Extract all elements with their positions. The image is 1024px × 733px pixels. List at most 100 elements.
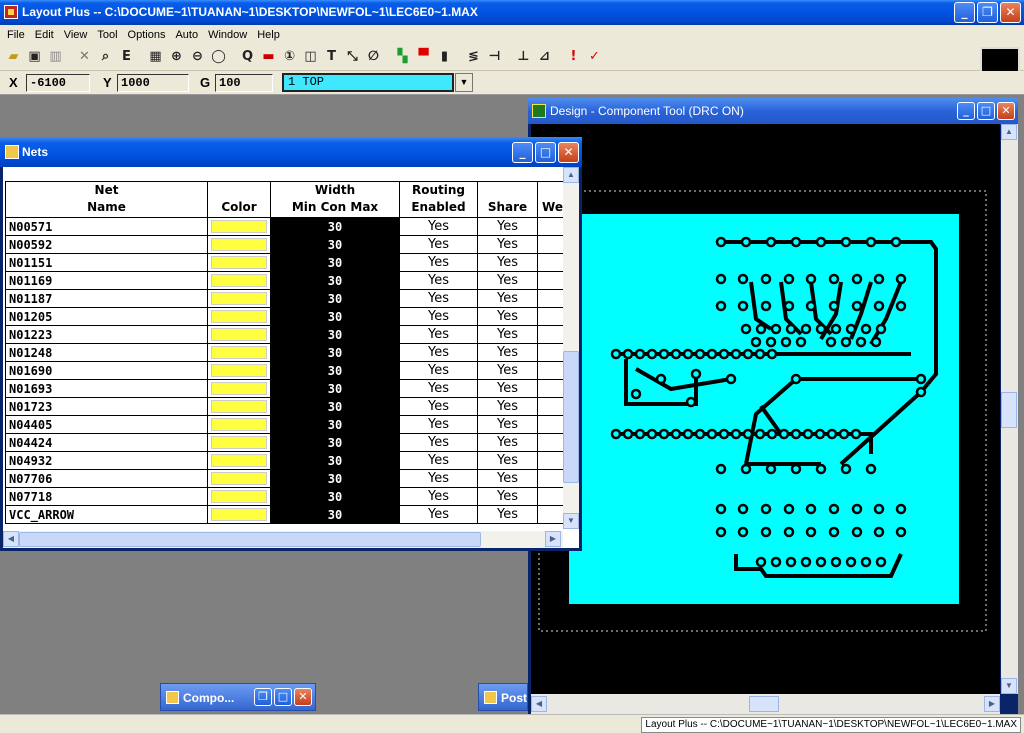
net-name[interactable]: N07706 (5, 469, 208, 488)
design-close-button[interactable]: ✕ (997, 102, 1015, 120)
net-width[interactable]: 30 (270, 379, 400, 398)
route-icon[interactable]: ⊣ (485, 47, 504, 66)
layer-select[interactable]: 1 TOP (282, 73, 454, 92)
error-icon[interactable]: ∅ (364, 47, 383, 66)
net-color[interactable] (207, 379, 271, 398)
net-color[interactable] (207, 235, 271, 254)
net-color[interactable] (207, 307, 271, 326)
net-share[interactable]: Yes (477, 271, 538, 290)
autoroute-icon[interactable]: ⊥ (514, 47, 533, 66)
table-row[interactable]: N01223 30 Yes Yes (5, 325, 568, 344)
net-share[interactable]: Yes (477, 433, 538, 452)
net-width[interactable]: 30 (270, 343, 400, 362)
nets-window[interactable]: Nets _ □ ✕ Net Name Color Width Min Con … (0, 137, 582, 551)
table-row[interactable]: N01693 30 Yes Yes (5, 379, 568, 398)
net-color[interactable] (207, 271, 271, 290)
net-routing-enabled[interactable]: Yes (399, 217, 478, 236)
net-color[interactable] (207, 433, 271, 452)
color-swatch[interactable] (211, 238, 267, 251)
net-routing-enabled[interactable]: Yes (399, 307, 478, 326)
design-horizontal-scrollbar[interactable]: ◀ ▶ (531, 694, 1000, 714)
design-canvas[interactable] (531, 124, 1000, 694)
net-name[interactable]: N01248 (5, 343, 208, 362)
color-swatch[interactable] (211, 256, 267, 269)
design-minimize-button[interactable]: _ (957, 102, 975, 120)
edit-icon[interactable]: E (117, 47, 136, 66)
net-name[interactable]: N01690 (5, 361, 208, 380)
table-row[interactable]: N01248 30 Yes Yes (5, 343, 568, 362)
scroll-thumb[interactable] (749, 696, 779, 712)
obstacle-icon[interactable]: ◫ (301, 47, 320, 66)
menu-view[interactable]: View (59, 29, 93, 41)
net-width[interactable]: 30 (270, 469, 400, 488)
net-name[interactable]: N01205 (5, 307, 208, 326)
net-routing-enabled[interactable]: Yes (399, 253, 478, 272)
table-row[interactable]: N01169 30 Yes Yes (5, 271, 568, 290)
net-name[interactable]: N01693 (5, 379, 208, 398)
net-share[interactable]: Yes (477, 343, 538, 362)
net-name[interactable]: N01723 (5, 397, 208, 416)
scroll-left-icon[interactable]: ◀ (3, 531, 19, 547)
menu-help[interactable]: Help (252, 29, 285, 41)
table-row[interactable]: VCC_ARROW 30 Yes Yes (5, 505, 568, 524)
net-routing-enabled[interactable]: Yes (399, 271, 478, 290)
net-name[interactable]: N01223 (5, 325, 208, 344)
net-width[interactable]: 30 (270, 505, 400, 524)
color-swatch[interactable] (211, 274, 267, 287)
color-swatch[interactable] (211, 364, 267, 377)
table-row[interactable]: N01205 30 Yes Yes (5, 307, 568, 326)
menu-tool[interactable]: Tool (92, 29, 122, 41)
net-share[interactable]: Yes (477, 253, 538, 272)
net-share[interactable]: Yes (477, 451, 538, 470)
restore-button[interactable]: ❐ (254, 688, 272, 706)
net-name[interactable]: N00592 (5, 235, 208, 254)
net-share[interactable]: Yes (477, 289, 538, 308)
net-routing-enabled[interactable]: Yes (399, 451, 478, 470)
minimize-button[interactable]: _ (954, 2, 975, 23)
col-width[interactable]: Width Min Con Max (270, 181, 400, 218)
menu-file[interactable]: File (2, 29, 30, 41)
color-swatch[interactable] (211, 454, 267, 467)
nets-spreadsheet[interactable]: Net Name Color Width Min Con Max Routing… (3, 167, 579, 548)
net-name[interactable]: N01187 (5, 289, 208, 308)
table-row[interactable]: N01690 30 Yes Yes (5, 361, 568, 380)
app-title-bar[interactable]: Layout Plus -- C:\DOCUME~1\TUANAN~1\DESK… (0, 0, 1024, 25)
zoom-in-icon[interactable]: ⊕ (167, 47, 186, 66)
scroll-down-icon[interactable]: ▼ (1001, 678, 1017, 694)
design-window[interactable]: Design - Component Tool (DRC ON) _ □ ✕ ▲… (528, 98, 1018, 714)
net-color[interactable] (207, 451, 271, 470)
scroll-right-icon[interactable]: ▶ (984, 696, 1000, 712)
net-color[interactable] (207, 343, 271, 362)
net-width[interactable]: 30 (270, 289, 400, 308)
col-net-name[interactable]: Net Name (5, 181, 208, 218)
table-row[interactable]: N04405 30 Yes Yes (5, 415, 568, 434)
scroll-thumb[interactable] (563, 351, 579, 483)
net-share[interactable]: Yes (477, 415, 538, 434)
close-button[interactable]: ✕ (1000, 2, 1021, 23)
net-width[interactable]: 30 (270, 451, 400, 470)
net-routing-enabled[interactable]: Yes (399, 325, 478, 344)
col-color[interactable]: Color (207, 181, 271, 218)
component-icon[interactable]: ▬ (259, 47, 278, 66)
close-button[interactable]: ✕ (294, 688, 312, 706)
nets-vertical-scrollbar[interactable]: ▲ ▼ (563, 167, 579, 529)
design-maximize-button[interactable]: □ (977, 102, 995, 120)
scroll-down-icon[interactable]: ▼ (563, 513, 579, 529)
net-name[interactable]: N00571 (5, 217, 208, 236)
net-name[interactable]: VCC_ARROW (5, 505, 208, 524)
net-color[interactable] (207, 415, 271, 434)
net-width[interactable]: 30 (270, 433, 400, 452)
net-color[interactable] (207, 217, 271, 236)
net-color[interactable] (207, 361, 271, 380)
chevron-down-icon[interactable]: ▼ (455, 73, 473, 92)
net-width[interactable]: 30 (270, 325, 400, 344)
app-icon[interactable] (4, 5, 18, 19)
net-color[interactable] (207, 397, 271, 416)
minimized-post-window[interactable]: Post (478, 683, 528, 711)
color-swatch[interactable] (211, 346, 267, 359)
net-width[interactable]: 30 (270, 361, 400, 380)
nets-horizontal-scrollbar[interactable]: ◀ ▶ (3, 531, 563, 548)
net-routing-enabled[interactable]: Yes (399, 505, 478, 524)
net-color[interactable] (207, 487, 271, 506)
net-routing-enabled[interactable]: Yes (399, 361, 478, 380)
